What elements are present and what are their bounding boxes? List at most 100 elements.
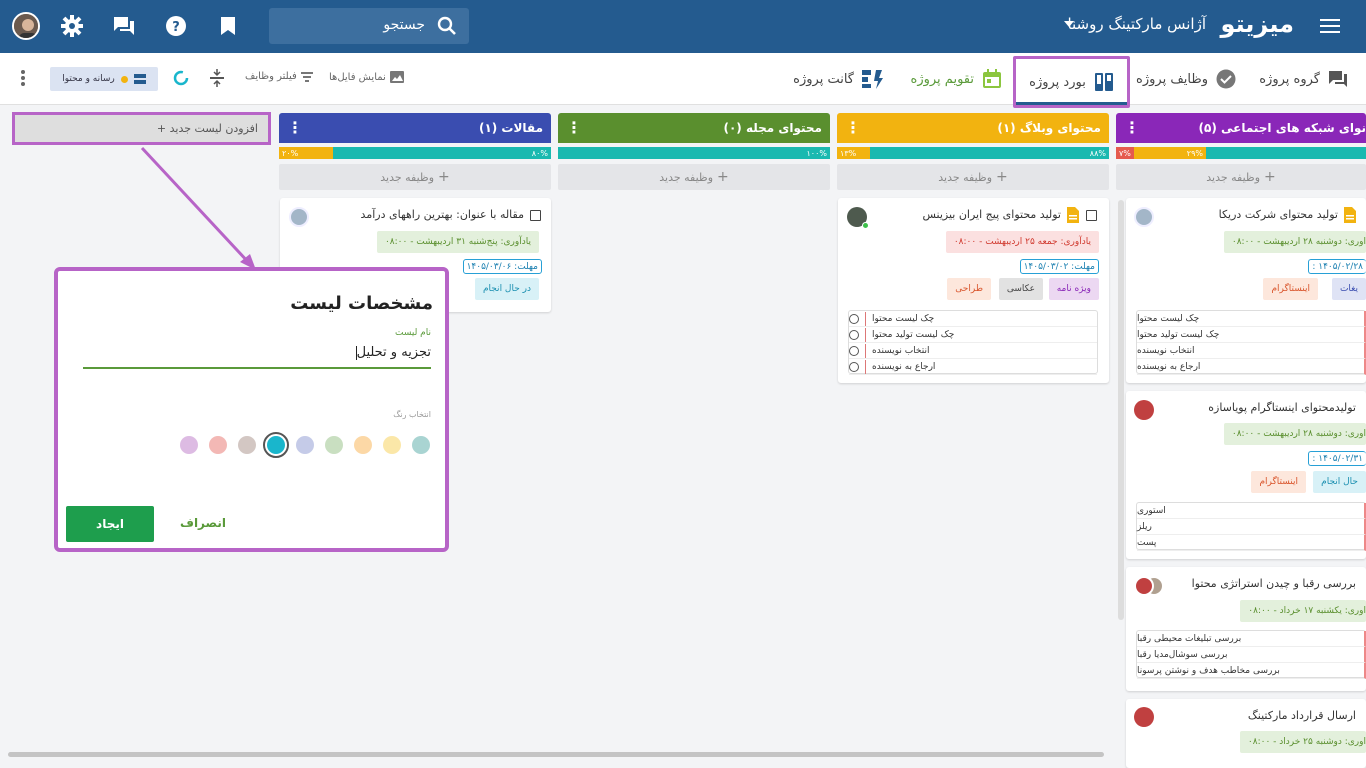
list-menu-icon[interactable]: ⋮ <box>1124 120 1140 136</box>
calendar-icon <box>983 69 1001 88</box>
color-swatch-selected[interactable] <box>263 432 289 458</box>
task-checkbox[interactable] <box>1086 210 1097 221</box>
check-circle-icon <box>1216 69 1236 89</box>
checklist-radio[interactable] <box>849 345 859 356</box>
filter-chip[interactable]: رسانه و محتوا <box>50 67 158 91</box>
dialog-title: مشخصات لیست <box>290 293 433 314</box>
refresh-circle-icon[interactable] <box>173 70 189 90</box>
color-swatch[interactable] <box>325 436 343 454</box>
checklist-radio[interactable] <box>849 313 859 324</box>
collapse-icon[interactable] <box>210 69 224 91</box>
task-card[interactable]: تولید محتوای پیج ایران بیزینس یادآوری: ج… <box>838 198 1109 383</box>
assignee-avatar <box>289 207 309 227</box>
color-swatch[interactable] <box>412 436 430 454</box>
reminder-badge: اوری: دوشنبه ۲۸ اردیبهشت - ۰۸:۰۰ <box>1223 231 1366 253</box>
color-swatch[interactable] <box>180 436 198 454</box>
list-progress-bar: ۱۰۰% <box>558 147 830 159</box>
list-progress-bar: ۸۰% ۲۰% <box>279 147 551 159</box>
brand-logo[interactable]: میزیتو <box>1221 10 1294 38</box>
list-menu-icon[interactable]: ⋮ <box>287 120 303 136</box>
search-placeholder: جستجو <box>383 17 425 33</box>
more-options-icon[interactable] <box>20 69 26 91</box>
help-icon[interactable]: ? <box>160 10 192 42</box>
tag-design: طراحی <box>947 278 991 300</box>
color-swatch[interactable] <box>209 436 227 454</box>
tab-project-group[interactable]: گروه پروژه <box>1259 53 1348 105</box>
bookmark-icon[interactable] <box>212 10 244 42</box>
tab-project-calendar[interactable]: تقویم پروژه <box>911 53 1002 105</box>
tab-label: گروه پروژه <box>1259 71 1320 87</box>
board-icon <box>1094 73 1113 91</box>
tab-project-board[interactable]: بورد پروژه <box>1013 56 1130 108</box>
checklist-item[interactable]: چک لیست تولید محتوا <box>1137 327 1366 343</box>
board-horizontal-scrollbar[interactable] <box>8 752 1104 757</box>
checklist-item[interactable]: چک لیست محتوا <box>849 311 1097 327</box>
agency-selector[interactable]: آژانس مارکتینگ روشنا <box>1067 15 1206 33</box>
search-icon[interactable] <box>437 16 457 40</box>
gear-icon[interactable] <box>56 10 88 42</box>
color-swatch[interactable] <box>296 436 314 454</box>
filter-icon <box>300 71 313 82</box>
list-title: نوای شبکه های اجتماعی (۵) <box>1198 121 1366 135</box>
task-card[interactable]: ارسال قرارداد مارکتینگ اوری: دوشنبه ۲۵ خ… <box>1126 699 1366 768</box>
due-date-badge: ۱۴۰۵/۰۲/۳۱ : <box>1308 451 1366 466</box>
checklist-item[interactable]: انتخاب نویسنده <box>1137 343 1366 359</box>
checklist-item[interactable]: چک لیست محتوا <box>1137 311 1366 327</box>
color-swatch[interactable] <box>354 436 372 454</box>
checklist-radio[interactable] <box>849 361 859 372</box>
user-avatar[interactable] <box>12 12 40 40</box>
task-card[interactable]: تولیدمحتوای اینستاگرام پویاسازه اوری: دو… <box>1126 391 1366 559</box>
chat-icon[interactable] <box>108 10 140 42</box>
board-list-social: نوای شبکه های اجتماعی (۵) ⋮ ۲۹% ۷% + وظی… <box>1116 113 1366 190</box>
new-task-button[interactable]: + وظیفه جدید <box>1116 164 1366 190</box>
list-menu-icon[interactable]: ⋮ <box>566 120 582 136</box>
checklist-item[interactable]: پست <box>1137 535 1366 551</box>
filter-tasks-button[interactable]: فیلتر وظایف <box>245 71 313 82</box>
checklist-item[interactable]: بررسی سوشال‌مدیا رقبا <box>1137 647 1366 663</box>
add-new-list-button[interactable]: + افزودن لیست جدید <box>12 112 271 145</box>
list-header: محتوای وبلاگ (۱) ⋮ <box>837 113 1109 143</box>
tag-special: ویژه نامه <box>1048 278 1099 300</box>
checklist-item[interactable]: ارجاع به نویسنده <box>1137 359 1366 375</box>
new-task-button[interactable]: + وظیفه جدید <box>279 164 551 190</box>
checklist-item[interactable]: ارجاع به نویسنده <box>849 359 1097 375</box>
new-task-button[interactable]: + وظیفه جدید <box>558 164 830 190</box>
cancel-button[interactable]: انصراف <box>180 516 226 530</box>
list-icon <box>133 74 146 84</box>
list-name-input[interactable]: تجزیه و تحلیل <box>83 345 431 369</box>
list-name-value: تجزیه و تحلیل <box>356 345 431 360</box>
checklist-radio[interactable] <box>849 329 859 340</box>
color-swatch[interactable] <box>383 436 401 454</box>
progress-pending: ۱۳% <box>837 147 870 159</box>
list-scrollbar[interactable] <box>1118 200 1124 620</box>
checklist-item[interactable]: بررسی تبلیغات محیطی رقبا <box>1137 631 1366 647</box>
create-button[interactable]: ایجاد <box>66 506 154 542</box>
list-title: محتوای وبلاگ (۱) <box>997 121 1101 135</box>
checklist-item[interactable]: انتخاب نویسنده <box>849 343 1097 359</box>
task-card[interactable]: بررسی رقبا و چیدن استراتژی محتوا اوری: ی… <box>1126 567 1366 691</box>
checklist-item[interactable]: ریلز <box>1137 519 1366 535</box>
checklist-item[interactable]: چک لیست تولید محتوا <box>849 327 1097 343</box>
progress-pending: ۲۰% <box>279 147 334 159</box>
hamburger-menu-icon[interactable] <box>1314 10 1346 42</box>
list-menu-icon[interactable]: ⋮ <box>845 120 861 136</box>
progress-done: ۸۰% <box>333 147 551 159</box>
board-list-magazine: محتوای مجله (۰) ⋮ ۱۰۰% + وظیفه جدید <box>558 113 830 190</box>
assignee-avatar <box>1134 707 1154 727</box>
search-input[interactable]: جستجو <box>269 8 469 44</box>
new-task-button[interactable]: + وظیفه جدید <box>837 164 1109 190</box>
tab-project-gantt[interactable]: گانت پروژه <box>793 53 884 105</box>
list-progress-bar: ۸۸% ۱۳% <box>837 147 1109 159</box>
color-swatch[interactable] <box>238 436 256 454</box>
list-header: محتوای مجله (۰) ⋮ <box>558 113 830 143</box>
reminder-badge: یادآوری: جمعه ۲۵ اردیبهشت - ۰۸:۰۰ <box>945 231 1099 253</box>
task-checkbox[interactable] <box>530 210 541 221</box>
checklist-item[interactable]: بررسی مخاطب هدف و نوشتن پرسونا <box>1137 663 1366 679</box>
task-card[interactable]: تولید محتوای شرکت دریکا اوری: دوشنبه ۲۸ … <box>1126 198 1366 383</box>
progress-done <box>1206 147 1366 159</box>
tab-project-tasks[interactable]: وظایف پروژه <box>1136 53 1236 105</box>
show-files-label: نمایش فایل‌ها <box>329 71 386 83</box>
checklist-item[interactable]: استوری <box>1137 503 1366 519</box>
chevron-down-icon[interactable] <box>1064 21 1074 27</box>
show-files-button[interactable]: نمایش فایل‌ها <box>329 71 404 83</box>
